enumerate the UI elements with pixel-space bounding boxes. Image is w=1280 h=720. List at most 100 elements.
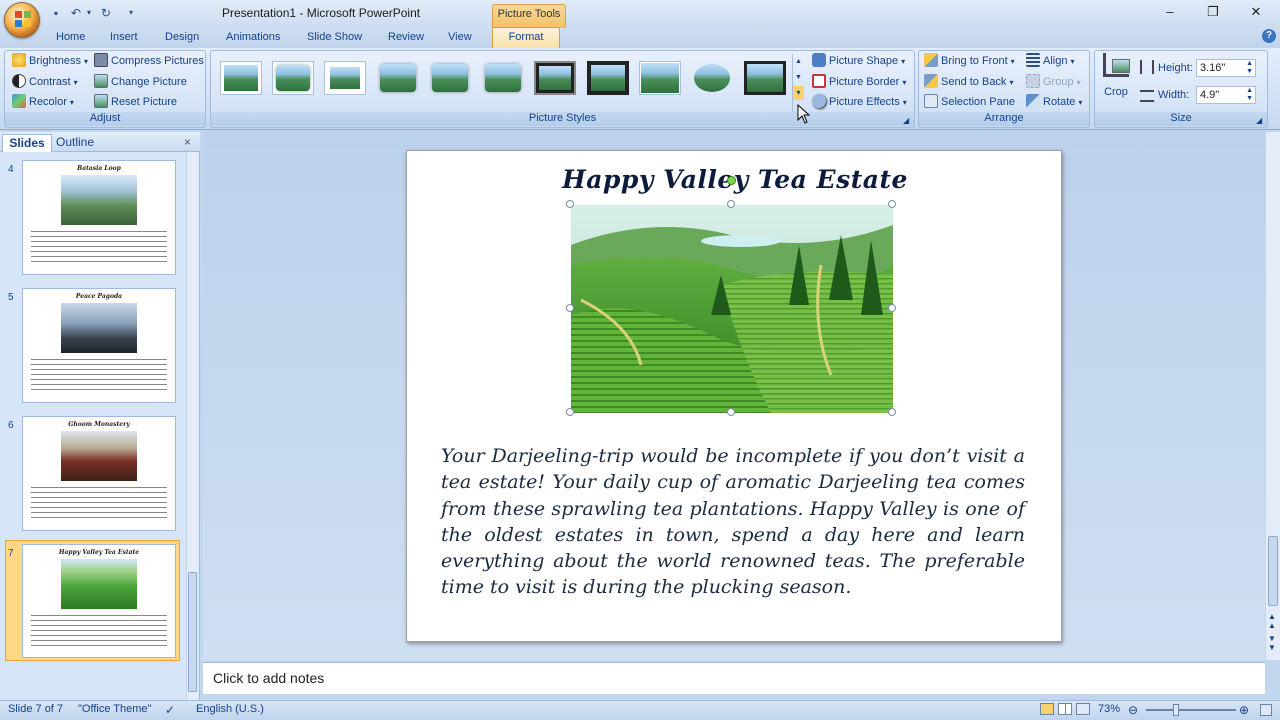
- brightness-button[interactable]: Brightness ▾: [12, 52, 88, 70]
- tab-insert[interactable]: Insert: [110, 29, 138, 47]
- slide-thumbnail-5[interactable]: Peace Pagoda: [22, 288, 176, 403]
- group-button[interactable]: Group ▾: [1026, 73, 1081, 91]
- resize-handle-e[interactable]: [888, 304, 896, 312]
- slide-thumb-text: [31, 357, 167, 393]
- zoom-slider[interactable]: [1146, 709, 1236, 711]
- compress-icon: [94, 53, 108, 67]
- contrast-label: Contrast: [29, 76, 71, 88]
- picture-shape-button[interactable]: Picture Shape ▾: [812, 52, 905, 70]
- tab-slides[interactable]: Slides: [2, 134, 52, 152]
- tab-view[interactable]: View: [448, 29, 472, 47]
- width-spinner-icon[interactable]: ▲ ▼: [1246, 87, 1253, 103]
- zoom-level[interactable]: 73%: [1098, 703, 1120, 715]
- tab-slide-show[interactable]: Slide Show: [307, 29, 362, 47]
- picture-effects-button[interactable]: Picture Effects ▾: [812, 93, 907, 111]
- bring-to-front-button[interactable]: Bring to Front ▾: [924, 52, 1015, 70]
- theme-name[interactable]: "Office Theme": [78, 703, 151, 715]
- zoom-in-icon[interactable]: ⊕: [1239, 703, 1249, 717]
- gallery-up-icon[interactable]: ▲: [793, 54, 804, 70]
- resize-handle-se[interactable]: [888, 408, 896, 416]
- panel-scroll-thumb[interactable]: [188, 572, 197, 692]
- picture-style-10[interactable]: [691, 61, 733, 95]
- next-slide-icon[interactable]: ▼ ▼: [1268, 634, 1276, 652]
- rotate-button[interactable]: Rotate ▾: [1026, 93, 1082, 111]
- help-icon[interactable]: ?: [1262, 29, 1276, 43]
- notes-placeholder[interactable]: Click to add notes: [213, 670, 324, 686]
- spell-check-icon[interactable]: ✓: [165, 703, 175, 717]
- slide-sorter-icon[interactable]: [1058, 703, 1072, 715]
- slide-scroll-thumb[interactable]: [1268, 536, 1278, 606]
- compress-pictures-button[interactable]: Compress Pictures: [94, 52, 204, 70]
- recolor-button[interactable]: Recolor ▾: [12, 93, 74, 111]
- panel-close-icon[interactable]: ×: [184, 135, 191, 149]
- notes-pane[interactable]: [203, 662, 1265, 694]
- prev-slide-icon[interactable]: ▲ ▲: [1268, 612, 1276, 630]
- picture-styles-launcher-icon[interactable]: ◢: [903, 116, 912, 125]
- save-icon[interactable]: ▪: [48, 5, 64, 21]
- slide-number: 4: [8, 164, 14, 175]
- picture-style-9[interactable]: [639, 61, 681, 95]
- customize-qat-icon[interactable]: ▾: [126, 5, 136, 21]
- resize-handle-n[interactable]: [727, 200, 735, 208]
- minimize-icon[interactable]: –: [1160, 4, 1180, 20]
- size-launcher-icon[interactable]: ◢: [1256, 116, 1265, 125]
- resize-handle-ne[interactable]: [888, 200, 896, 208]
- picture-style-3[interactable]: [324, 61, 366, 95]
- send-to-back-button[interactable]: Send to Back ▾: [924, 73, 1013, 91]
- zoom-out-icon[interactable]: ⊖: [1128, 703, 1138, 717]
- slide-number: 5: [8, 292, 14, 303]
- undo-dropdown-icon[interactable]: ▾: [84, 5, 94, 21]
- slide-show-icon[interactable]: [1076, 703, 1090, 715]
- close-icon[interactable]: ✕: [1246, 4, 1266, 20]
- picture-style-8[interactable]: [587, 61, 629, 95]
- picture-border-button[interactable]: Picture Border ▾: [812, 73, 906, 91]
- fit-to-window-icon[interactable]: [1260, 704, 1272, 716]
- picture-style-11[interactable]: [744, 61, 786, 95]
- slide-body-text[interactable]: Your Darjeeling-trip would be incomplete…: [441, 443, 1025, 601]
- crop-button[interactable]: Crop: [1101, 53, 1131, 101]
- tab-design[interactable]: Design: [165, 29, 199, 47]
- picture-effects-icon: [812, 94, 826, 108]
- normal-view-icon[interactable]: [1040, 703, 1054, 715]
- redo-icon[interactable]: ↻: [98, 5, 114, 21]
- undo-icon[interactable]: ↶: [68, 5, 84, 21]
- panel-scrollbar[interactable]: [186, 152, 198, 700]
- height-input[interactable]: 3.16" ▲ ▼: [1196, 59, 1256, 77]
- resize-handle-s[interactable]: [727, 408, 735, 416]
- picture-style-1[interactable]: [220, 61, 262, 95]
- height-spinner-icon[interactable]: ▲ ▼: [1246, 60, 1253, 76]
- rotate-handle[interactable]: [727, 176, 736, 185]
- width-input[interactable]: 4.9" ▲ ▼: [1196, 86, 1256, 104]
- slide-thumbnail-6[interactable]: Ghoom Monastery: [22, 416, 176, 531]
- slide-thumbnail-4[interactable]: Batasia Loop: [22, 160, 176, 275]
- picture-style-5[interactable]: [429, 61, 471, 95]
- tab-outline[interactable]: Outline: [56, 135, 94, 149]
- picture-style-2[interactable]: [272, 61, 314, 95]
- contrast-button[interactable]: Contrast ▾: [12, 73, 78, 91]
- mouse-cursor-icon: [797, 103, 813, 126]
- office-button[interactable]: [4, 2, 40, 38]
- restore-icon[interactable]: ❐: [1203, 4, 1223, 20]
- picture-style-6[interactable]: [482, 61, 524, 95]
- tab-home[interactable]: Home: [56, 29, 85, 47]
- reset-picture-button[interactable]: Reset Picture: [94, 93, 177, 111]
- change-picture-button[interactable]: Change Picture: [94, 73, 187, 91]
- picture-style-4[interactable]: [377, 61, 419, 95]
- tab-format[interactable]: Format: [492, 27, 560, 48]
- resize-handle-w[interactable]: [566, 304, 574, 312]
- slide-thumbnail-7[interactable]: Happy Valley Tea Estate: [22, 544, 176, 658]
- tab-review[interactable]: Review: [388, 29, 424, 47]
- gallery-more-icon[interactable]: ▾: [793, 86, 804, 100]
- selection-pane-button[interactable]: Selection Pane: [924, 93, 1015, 111]
- tea-estate-picture[interactable]: [571, 205, 893, 413]
- zoom-slider-thumb[interactable]: [1173, 704, 1179, 716]
- gallery-down-icon[interactable]: ▼: [793, 70, 804, 86]
- language[interactable]: English (U.S.): [196, 703, 264, 715]
- slide-canvas[interactable]: Happy Valley Tea Estate Your Darjeeling-…: [406, 150, 1062, 642]
- resize-handle-sw[interactable]: [566, 408, 574, 416]
- tab-animations[interactable]: Animations: [226, 29, 280, 47]
- align-button[interactable]: Align ▾: [1026, 52, 1074, 70]
- picture-style-7[interactable]: [534, 61, 576, 95]
- resize-handle-nw[interactable]: [566, 200, 574, 208]
- slide-scrollbar[interactable]: ▲ ▲ ▼ ▼: [1265, 132, 1280, 660]
